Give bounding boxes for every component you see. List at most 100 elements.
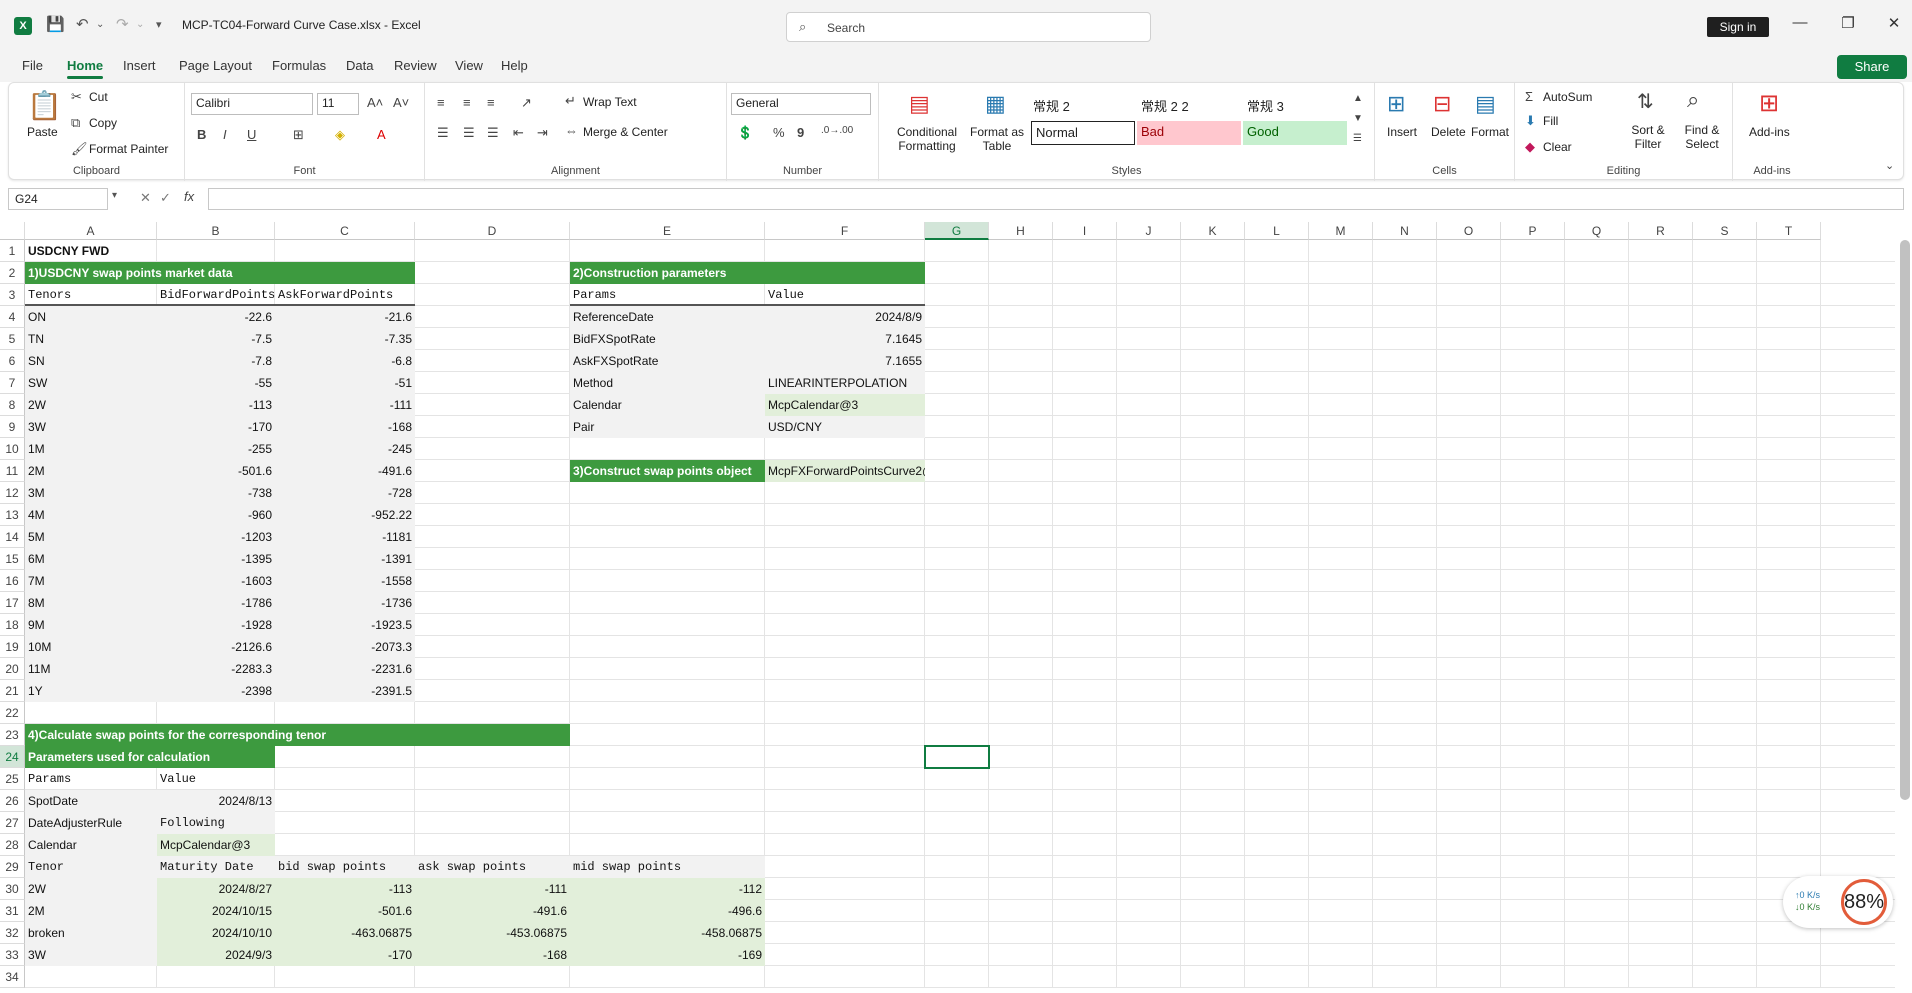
row-header-18[interactable]: 18 [0, 614, 25, 636]
row-header-24[interactable]: 24 [0, 746, 25, 768]
market-data-cell[interactable]: -1736 [275, 592, 415, 614]
result-cell[interactable]: -168 [415, 944, 570, 966]
result-cell[interactable]: -491.6 [415, 900, 570, 922]
fill-color-icon[interactable]: ◈ [335, 127, 345, 143]
result-col-header[interactable]: ask swap points [415, 856, 570, 878]
redo-dropdown-icon[interactable]: ⌄ [136, 19, 144, 30]
construction-param-cell[interactable]: ReferenceDate [570, 306, 765, 328]
calc-param-cell[interactable]: DateAdjusterRule [25, 812, 157, 834]
result-col-header[interactable]: bid swap points [275, 856, 415, 878]
number-format-select[interactable]: General [731, 93, 871, 115]
cancel-icon[interactable]: ✕ [140, 190, 151, 206]
tab-insert[interactable]: Insert [123, 58, 156, 73]
accounting-format-icon[interactable]: 💲 [737, 125, 753, 141]
style-normal-2[interactable]: 常规 2 [1029, 93, 1135, 117]
style-normal-3[interactable]: 常规 3 [1243, 93, 1347, 117]
result-cell[interactable]: -112 [570, 878, 765, 900]
align-right-icon[interactable]: ☰ [487, 125, 499, 141]
market-data-cell[interactable]: -255 [157, 438, 275, 460]
result-cell[interactable]: -501.6 [275, 900, 415, 922]
row-header-14[interactable]: 14 [0, 526, 25, 548]
market-col-header[interactable]: AskForwardPoints [275, 284, 415, 306]
row-header-1[interactable]: 1 [0, 240, 25, 262]
row-header-26[interactable]: 26 [0, 790, 25, 812]
construction-param-cell[interactable]: Method [570, 372, 765, 394]
market-data-cell[interactable]: 5M [25, 526, 157, 548]
calc-col-header[interactable]: Value [157, 768, 275, 790]
tab-formulas[interactable]: Formulas [272, 58, 326, 73]
row-header-25[interactable]: 25 [0, 768, 25, 790]
calc-param-cell[interactable]: Calendar [25, 834, 157, 856]
undo-dropdown-icon[interactable]: ⌄ [96, 19, 104, 30]
sign-in-button[interactable]: Sign in [1707, 17, 1769, 37]
row-header-23[interactable]: 23 [0, 724, 25, 746]
find-select-button[interactable]: Find & Select [1675, 123, 1729, 151]
row-header-32[interactable]: 32 [0, 922, 25, 944]
addins-button[interactable]: Add-ins [1749, 125, 1790, 139]
undo-icon[interactable]: ↶ [76, 15, 89, 33]
market-data-cell[interactable]: -245 [275, 438, 415, 460]
column-header-e[interactable]: E [570, 222, 765, 240]
paste-button[interactable]: Paste [27, 125, 58, 139]
market-data-cell[interactable]: -2231.6 [275, 658, 415, 680]
market-data-cell[interactable]: -2391.5 [275, 680, 415, 702]
market-data-cell[interactable]: 11M [25, 658, 157, 680]
paste-icon[interactable]: 📋 [27, 89, 62, 122]
style-normal[interactable]: Normal [1031, 121, 1135, 145]
font-color-icon[interactable]: A [377, 127, 386, 142]
calc-param-cell[interactable]: SpotDate [25, 790, 157, 812]
market-data-cell[interactable]: -170 [157, 416, 275, 438]
market-data-cell[interactable]: TN [25, 328, 157, 350]
borders-icon[interactable]: ⊞ [293, 127, 304, 143]
decrease-indent-icon[interactable]: ⇤ [513, 125, 524, 141]
market-col-header[interactable]: Tenors [25, 284, 157, 306]
row-header-29[interactable]: 29 [0, 856, 25, 878]
column-header-h[interactable]: H [989, 222, 1053, 240]
align-top-icon[interactable]: ≡ [437, 95, 445, 110]
copy-button[interactable]: Copy [89, 116, 117, 130]
align-bottom-icon[interactable]: ≡ [487, 95, 495, 110]
market-col-header[interactable]: BidForwardPoints [157, 284, 275, 306]
cut-button[interactable]: Cut [89, 90, 108, 104]
column-header-f[interactable]: F [765, 222, 925, 240]
market-data-cell[interactable]: -6.8 [275, 350, 415, 372]
italic-icon[interactable]: I [223, 127, 227, 142]
clear-button[interactable]: Clear [1543, 140, 1572, 154]
result-cell[interactable]: -496.6 [570, 900, 765, 922]
result-cell[interactable]: 2024/10/10 [157, 922, 275, 944]
calc-param-cell[interactable]: Following [157, 812, 275, 834]
column-header-s[interactable]: S [1693, 222, 1757, 240]
calc-sub-header[interactable]: Parameters used for calculation [25, 746, 275, 768]
increase-font-icon[interactable]: A˄ [367, 95, 383, 110]
row-header-21[interactable]: 21 [0, 680, 25, 702]
construction-param-cell[interactable]: LINEARINTERPOLATION [765, 372, 925, 394]
style-normal-2-2[interactable]: 常规 2 2 [1137, 93, 1241, 117]
insert-cells-button[interactable]: Insert [1387, 125, 1417, 139]
result-cell[interactable]: -463.06875 [275, 922, 415, 944]
row-header-22[interactable]: 22 [0, 702, 25, 724]
market-data-cell[interactable]: -1603 [157, 570, 275, 592]
collapse-ribbon-icon[interactable]: ⌄ [1885, 159, 1894, 172]
market-data-cell[interactable]: ON [25, 306, 157, 328]
font-name-select[interactable]: Calibri [191, 93, 313, 115]
redo-icon[interactable]: ↷ [116, 15, 129, 33]
conditional-formatting-button[interactable]: Conditional Formatting [887, 125, 967, 153]
market-data-cell[interactable]: -2283.3 [157, 658, 275, 680]
calc-param-cell[interactable]: McpCalendar@3 [157, 834, 275, 856]
column-header-r[interactable]: R [1629, 222, 1693, 240]
bold-icon[interactable]: B [197, 127, 206, 142]
delete-cells-button[interactable]: Delete [1431, 125, 1466, 139]
row-header-11[interactable]: 11 [0, 460, 25, 482]
construction-param-cell[interactable]: McpCalendar@3 [765, 394, 925, 416]
row-header-33[interactable]: 33 [0, 944, 25, 966]
construction-col-header[interactable]: Value [765, 284, 925, 306]
fill-button[interactable]: Fill [1543, 114, 1558, 128]
section-header-calc[interactable]: 4)Calculate swap points for the correspo… [25, 724, 570, 746]
row-header-28[interactable]: 28 [0, 834, 25, 856]
row-header-5[interactable]: 5 [0, 328, 25, 350]
decrease-font-icon[interactable]: A˅ [393, 95, 409, 110]
customize-toolbar-icon[interactable]: ▾ [156, 18, 162, 31]
styles-scroll-down-icon[interactable]: ▼ [1353, 113, 1363, 124]
tab-help[interactable]: Help [501, 58, 528, 73]
market-data-cell[interactable]: -2398 [157, 680, 275, 702]
